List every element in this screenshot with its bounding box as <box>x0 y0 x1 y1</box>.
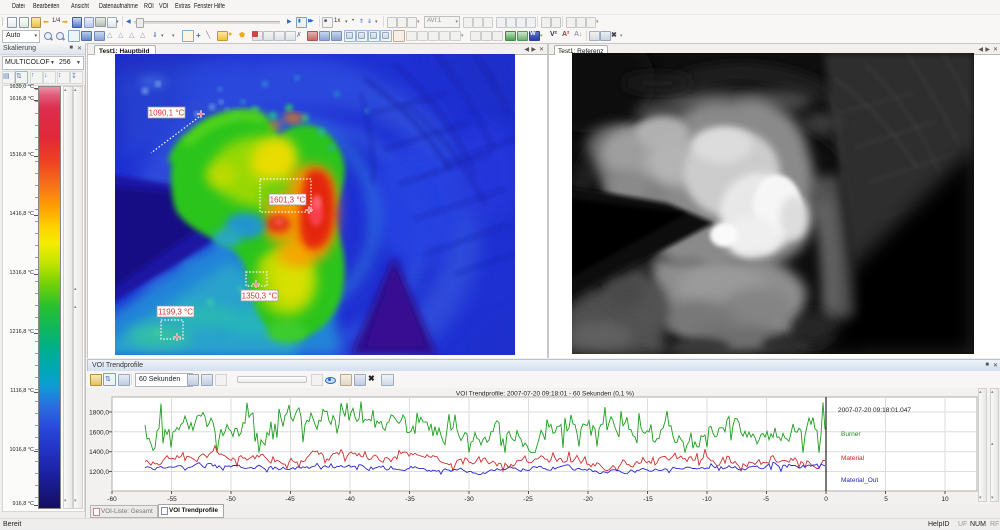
svg-text:-25: -25 <box>523 496 533 503</box>
svg-text:1400,0: 1400,0 <box>89 449 109 456</box>
svg-text:2007-07-20 09:18:01.047: 2007-07-20 09:18:01.047 <box>838 407 911 414</box>
svg-text:5: 5 <box>884 496 888 503</box>
svg-text:-55: -55 <box>167 496 177 503</box>
svg-text:1800,0: 1800,0 <box>89 410 109 417</box>
svg-text:Material_Out: Material_Out <box>841 477 878 484</box>
svg-text:1199,3 °C: 1199,3 °C <box>158 308 193 317</box>
svg-text:Burner: Burner <box>841 431 861 438</box>
svg-text:1601,3 °C: 1601,3 °C <box>270 196 306 205</box>
svg-text:-20: -20 <box>583 496 593 503</box>
svg-text:1350,3 °C: 1350,3 °C <box>242 292 278 301</box>
svg-text:1200,0: 1200,0 <box>89 469 109 476</box>
svg-text:-10: -10 <box>702 496 712 503</box>
svg-text:10: 10 <box>941 496 949 503</box>
svg-text:-45: -45 <box>285 496 295 503</box>
svg-text:-30: -30 <box>464 496 474 503</box>
svg-text:VOI Trendprofile: 2007-07-20 0: VOI Trendprofile: 2007-07-20 09:18:01 - … <box>456 391 634 398</box>
svg-text:-40: -40 <box>345 496 355 503</box>
svg-text:-35: -35 <box>405 496 415 503</box>
svg-text:1090,1 °C: 1090,1 °C <box>149 109 185 118</box>
svg-text:-50: -50 <box>226 496 236 503</box>
svg-text:1600,0: 1600,0 <box>89 429 109 436</box>
svg-text:-60: -60 <box>107 496 117 503</box>
svg-text:-5: -5 <box>763 496 769 503</box>
svg-text:Material: Material <box>841 455 865 462</box>
svg-text:-15: -15 <box>643 496 653 503</box>
svg-text:0: 0 <box>824 496 828 503</box>
